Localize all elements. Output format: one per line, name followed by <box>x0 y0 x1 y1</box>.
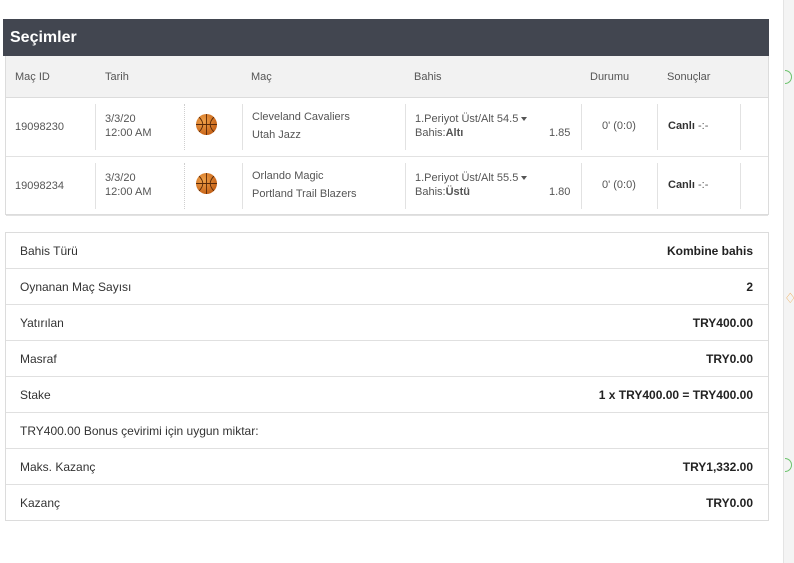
summary-row-bonus-eligible: TRY400.00 Bonus çevirimi için uygun mikt… <box>6 413 768 449</box>
bet-summary: Bahis Türü Kombine bahis Oynanan Maç Say… <box>5 232 769 521</box>
bet-prefix: Bahis: <box>415 186 446 198</box>
status-indicator-icon <box>785 458 792 472</box>
bet-market[interactable]: 1.Periyot Üst/Alt 54.5 <box>415 113 528 125</box>
summary-row-winnings: Kazanç TRY0.00 <box>6 485 768 521</box>
summary-row-max-win: Maks. Kazanç TRY1,332.00 <box>6 449 768 485</box>
column-header-tarih: Tarih <box>105 71 129 83</box>
bet-prefix: Bahis: <box>415 127 446 139</box>
result-score: -:- <box>698 179 709 191</box>
summary-row-bet-type: Bahis Türü Kombine bahis <box>6 233 768 269</box>
summary-value: 2 <box>746 280 753 294</box>
match-time: 12:00 AM <box>105 127 152 139</box>
match-id: 19098230 <box>15 121 64 133</box>
status-indicator-icon <box>785 70 792 84</box>
summary-row-deposited: Yatırılan TRY400.00 <box>6 305 768 341</box>
bet-value: Altı <box>445 127 464 139</box>
odds: 1.85 <box>549 127 571 139</box>
caret-down-icon <box>521 117 528 122</box>
summary-row-match-count: Oynanan Maç Sayısı 2 <box>6 269 768 305</box>
away-team[interactable]: Utah Jazz <box>252 129 301 141</box>
selections-title: Seçimler <box>3 19 769 56</box>
summary-label: Maks. Kazanç <box>20 460 96 474</box>
bet-value: Üstü <box>445 186 471 198</box>
summary-label: Oynanan Maç Sayısı <box>20 280 132 294</box>
table-row: 19098234 3/3/20 12:00 AM Orlando Magic P… <box>6 157 768 216</box>
bet-market-label: 1.Periyot Üst/Alt 55.5 <box>415 172 519 184</box>
result-score: -:- <box>698 120 709 132</box>
match-id: 19098234 <box>15 180 64 192</box>
home-team[interactable]: Cleveland Cavaliers <box>252 111 350 123</box>
match-date: 3/3/20 <box>105 172 136 184</box>
bet-selection: Bahis:Üstü <box>415 186 470 198</box>
summary-label: Masraf <box>20 352 57 366</box>
summary-value: 1 x TRY400.00 = TRY400.00 <box>598 388 753 402</box>
home-team[interactable]: Orlando Magic <box>252 170 324 182</box>
bet-selection: Bahis:Altı <box>415 127 463 139</box>
summary-value: Kombine bahis <box>666 244 753 258</box>
away-team[interactable]: Portland Trail Blazers <box>252 188 357 200</box>
match-status: 0' (0:0) <box>602 179 636 191</box>
match-status: 0' (0:0) <box>602 120 636 132</box>
selections-table: Maç ID Tarih Maç Bahis Durumu Sonuçlar 1… <box>5 56 769 216</box>
table-row: 19098230 3/3/20 12:00 AM Cleveland Caval… <box>6 98 768 157</box>
summary-row-stake: Stake 1 x TRY400.00 = TRY400.00 <box>6 377 768 413</box>
match-date: 3/3/20 <box>105 113 136 125</box>
bet-market-label: 1.Periyot Üst/Alt 54.5 <box>415 113 519 125</box>
match-time: 12:00 AM <box>105 186 152 198</box>
table-header: Maç ID Tarih Maç Bahis Durumu Sonuçlar <box>6 56 768 98</box>
odds: 1.80 <box>549 186 571 198</box>
column-header-mac-id: Maç ID <box>15 71 50 83</box>
live-badge: Canlı <box>668 120 695 132</box>
summary-label: Stake <box>20 388 51 402</box>
caret-down-icon <box>521 176 528 181</box>
expand-arrows-icon[interactable]: ♢ <box>784 290 794 306</box>
summary-value: TRY1,332.00 <box>682 460 753 474</box>
summary-label: Bahis Türü <box>20 244 78 258</box>
basketball-icon <box>196 173 217 194</box>
column-header-bahis: Bahis <box>414 71 442 83</box>
summary-row-fee: Masraf TRY0.00 <box>6 341 768 377</box>
summary-value: TRY0.00 <box>706 352 753 366</box>
column-header-durumu: Durumu <box>590 71 630 83</box>
summary-value: TRY400.00 <box>692 316 753 330</box>
summary-label: TRY400.00 Bonus çevirimi için uygun mikt… <box>20 424 259 438</box>
column-header-sonuclar: Sonuçlar <box>667 71 711 83</box>
right-side-panel: ♢ <box>783 0 794 563</box>
basketball-icon <box>196 114 217 135</box>
summary-label: Kazanç <box>20 496 61 510</box>
column-header-mac: Maç <box>251 71 272 83</box>
summary-value: TRY0.00 <box>706 496 753 510</box>
live-badge: Canlı <box>668 179 695 191</box>
summary-label: Yatırılan <box>20 316 64 330</box>
bet-market[interactable]: 1.Periyot Üst/Alt 55.5 <box>415 172 528 184</box>
